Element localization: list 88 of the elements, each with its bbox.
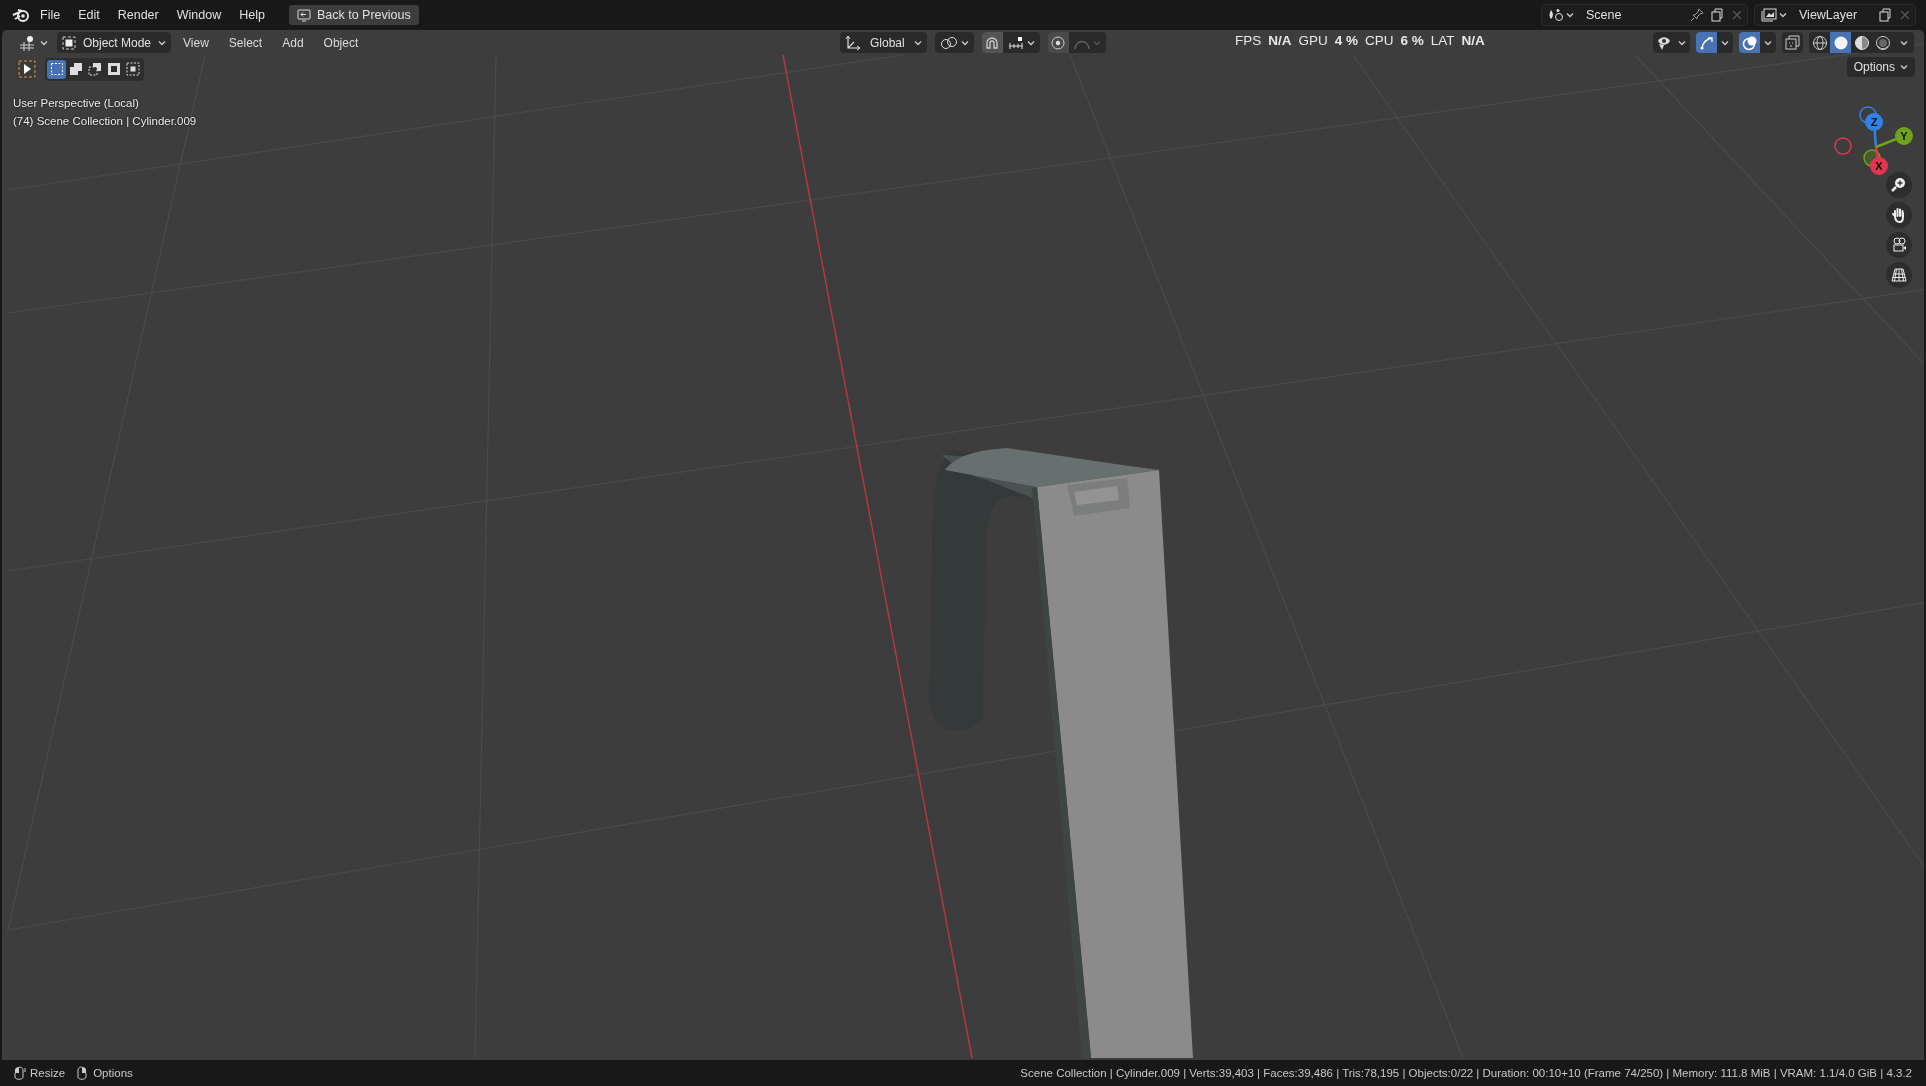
zoom-icon [1891, 177, 1907, 193]
hint-label: Options [93, 1067, 133, 1079]
axes-icon [845, 34, 861, 51]
menu-item[interactable]: Help [231, 5, 273, 25]
back-to-previous-button[interactable]: Back to Previous [288, 5, 419, 25]
chevron-icon [1721, 39, 1729, 46]
chevron-icon [1092, 39, 1101, 46]
stat-label: LAT [1430, 33, 1455, 48]
target-icon [1050, 34, 1067, 51]
menu-item[interactable]: Add [274, 32, 312, 53]
zoom-button[interactable] [1886, 172, 1912, 198]
selection-extend-icon [68, 62, 83, 76]
viewport-info-text: User Perspective (Local) [13, 96, 139, 111]
menu-item[interactable]: Select [220, 32, 271, 53]
axis-handle[interactable]: Y [1895, 127, 1913, 145]
grid-icon [19, 34, 37, 51]
menu-item[interactable]: Object [315, 32, 367, 53]
stat-value: N/A [1461, 33, 1485, 48]
increment-icon [1007, 35, 1024, 50]
grid-icon [1891, 267, 1907, 283]
hand-icon [1891, 207, 1907, 223]
overlay-icon [1741, 34, 1758, 51]
axis-negative-handle[interactable] [1834, 137, 1852, 155]
material-sphere-icon [1853, 34, 1870, 51]
chevron-icon [960, 39, 969, 46]
status-stats-text: Scene Collection | Cylinder.009 | Verts:39,403 | Faces:39,486 | Tris:78,195 | Objects:0/22 | Duration: 00:10+10 (Frame 74/250) | Memory: 111.8 MiB | VRAM: 1.1/4.0 GiB | 4.3.2 [1020, 1067, 1912, 1079]
selection-mode-button[interactable] [123, 59, 142, 79]
pivot-dropdown[interactable] [934, 32, 974, 53]
xray-icon [1784, 34, 1801, 51]
mouse-icon [12, 1066, 26, 1080]
proportional-edit-toggle[interactable] [1047, 32, 1069, 53]
perspective-toggle-button[interactable] [1886, 262, 1912, 288]
stat-value: N/A [1268, 33, 1292, 48]
menu-item[interactable]: Edit [70, 5, 108, 25]
menu-item[interactable]: Window [168, 5, 230, 25]
select-box-icon [17, 60, 36, 78]
chevron-icon [158, 39, 167, 46]
monitor-icon [296, 8, 311, 22]
chevron-icon [913, 39, 922, 46]
selection-subtract-icon [87, 62, 102, 76]
solid-sphere-icon [1832, 34, 1849, 51]
stat-label: GPU [1298, 33, 1328, 48]
hint-label: Resize [30, 1067, 66, 1079]
snap-toggle[interactable] [981, 32, 1003, 53]
select-tool-button[interactable] [16, 58, 37, 80]
menu-item[interactable]: Render [109, 5, 167, 25]
gizmos-toggle[interactable] [1696, 32, 1717, 53]
axis-label: Z [1870, 116, 1878, 128]
orientation-dropdown[interactable]: Global [840, 32, 927, 53]
menu-item[interactable]: File [32, 5, 69, 25]
xray-toggle[interactable] [1782, 32, 1803, 53]
camera-view-button[interactable] [1886, 232, 1912, 258]
selection-set-icon [49, 62, 64, 76]
selection-intersect-icon [125, 62, 140, 76]
axis-negative-handle[interactable] [1859, 106, 1877, 124]
magnet-icon [984, 34, 1001, 51]
viewport-info-text: (74) Scene Collection | Cylinder.009 [13, 114, 197, 129]
axis-handle[interactable]: X [1870, 157, 1888, 175]
stat-value: 6 % [1400, 33, 1424, 48]
stat-label: FPS [1235, 33, 1262, 48]
chevron-icon [40, 39, 48, 46]
stat-value: 4 % [1334, 33, 1359, 48]
wireframe-sphere-icon [1811, 34, 1828, 51]
axis-label: Y [1900, 130, 1908, 142]
axis-label: X [1875, 160, 1883, 172]
shading-mode-button[interactable] [1809, 32, 1830, 53]
stat-label: CPU [1365, 33, 1394, 48]
chevron-icon [1899, 39, 1908, 46]
app-logo-icon[interactable] [12, 7, 30, 23]
selection-invert-icon [106, 62, 121, 76]
options-dropdown[interactable]: Options [1846, 57, 1915, 77]
gizmo-icon [1698, 34, 1715, 51]
pan-button[interactable] [1886, 202, 1912, 228]
eye-icon [1655, 34, 1672, 51]
chevron-icon [1900, 64, 1908, 70]
mode-dropdown[interactable]: Object Mode [57, 32, 172, 53]
menu-item[interactable]: View [175, 32, 217, 53]
selection-mode-button[interactable] [47, 59, 66, 79]
overlays-toggle[interactable] [1739, 32, 1760, 53]
chevron-icon [1764, 39, 1772, 46]
link-icon [939, 35, 958, 50]
object-icon [62, 35, 76, 50]
chevron-icon [1678, 39, 1686, 46]
mouse-icon [75, 1066, 90, 1080]
camera-icon [1891, 237, 1907, 253]
rendered-sphere-icon [1874, 34, 1891, 51]
chevron-icon [1026, 39, 1035, 46]
axis-handle[interactable]: Z [1865, 113, 1883, 131]
